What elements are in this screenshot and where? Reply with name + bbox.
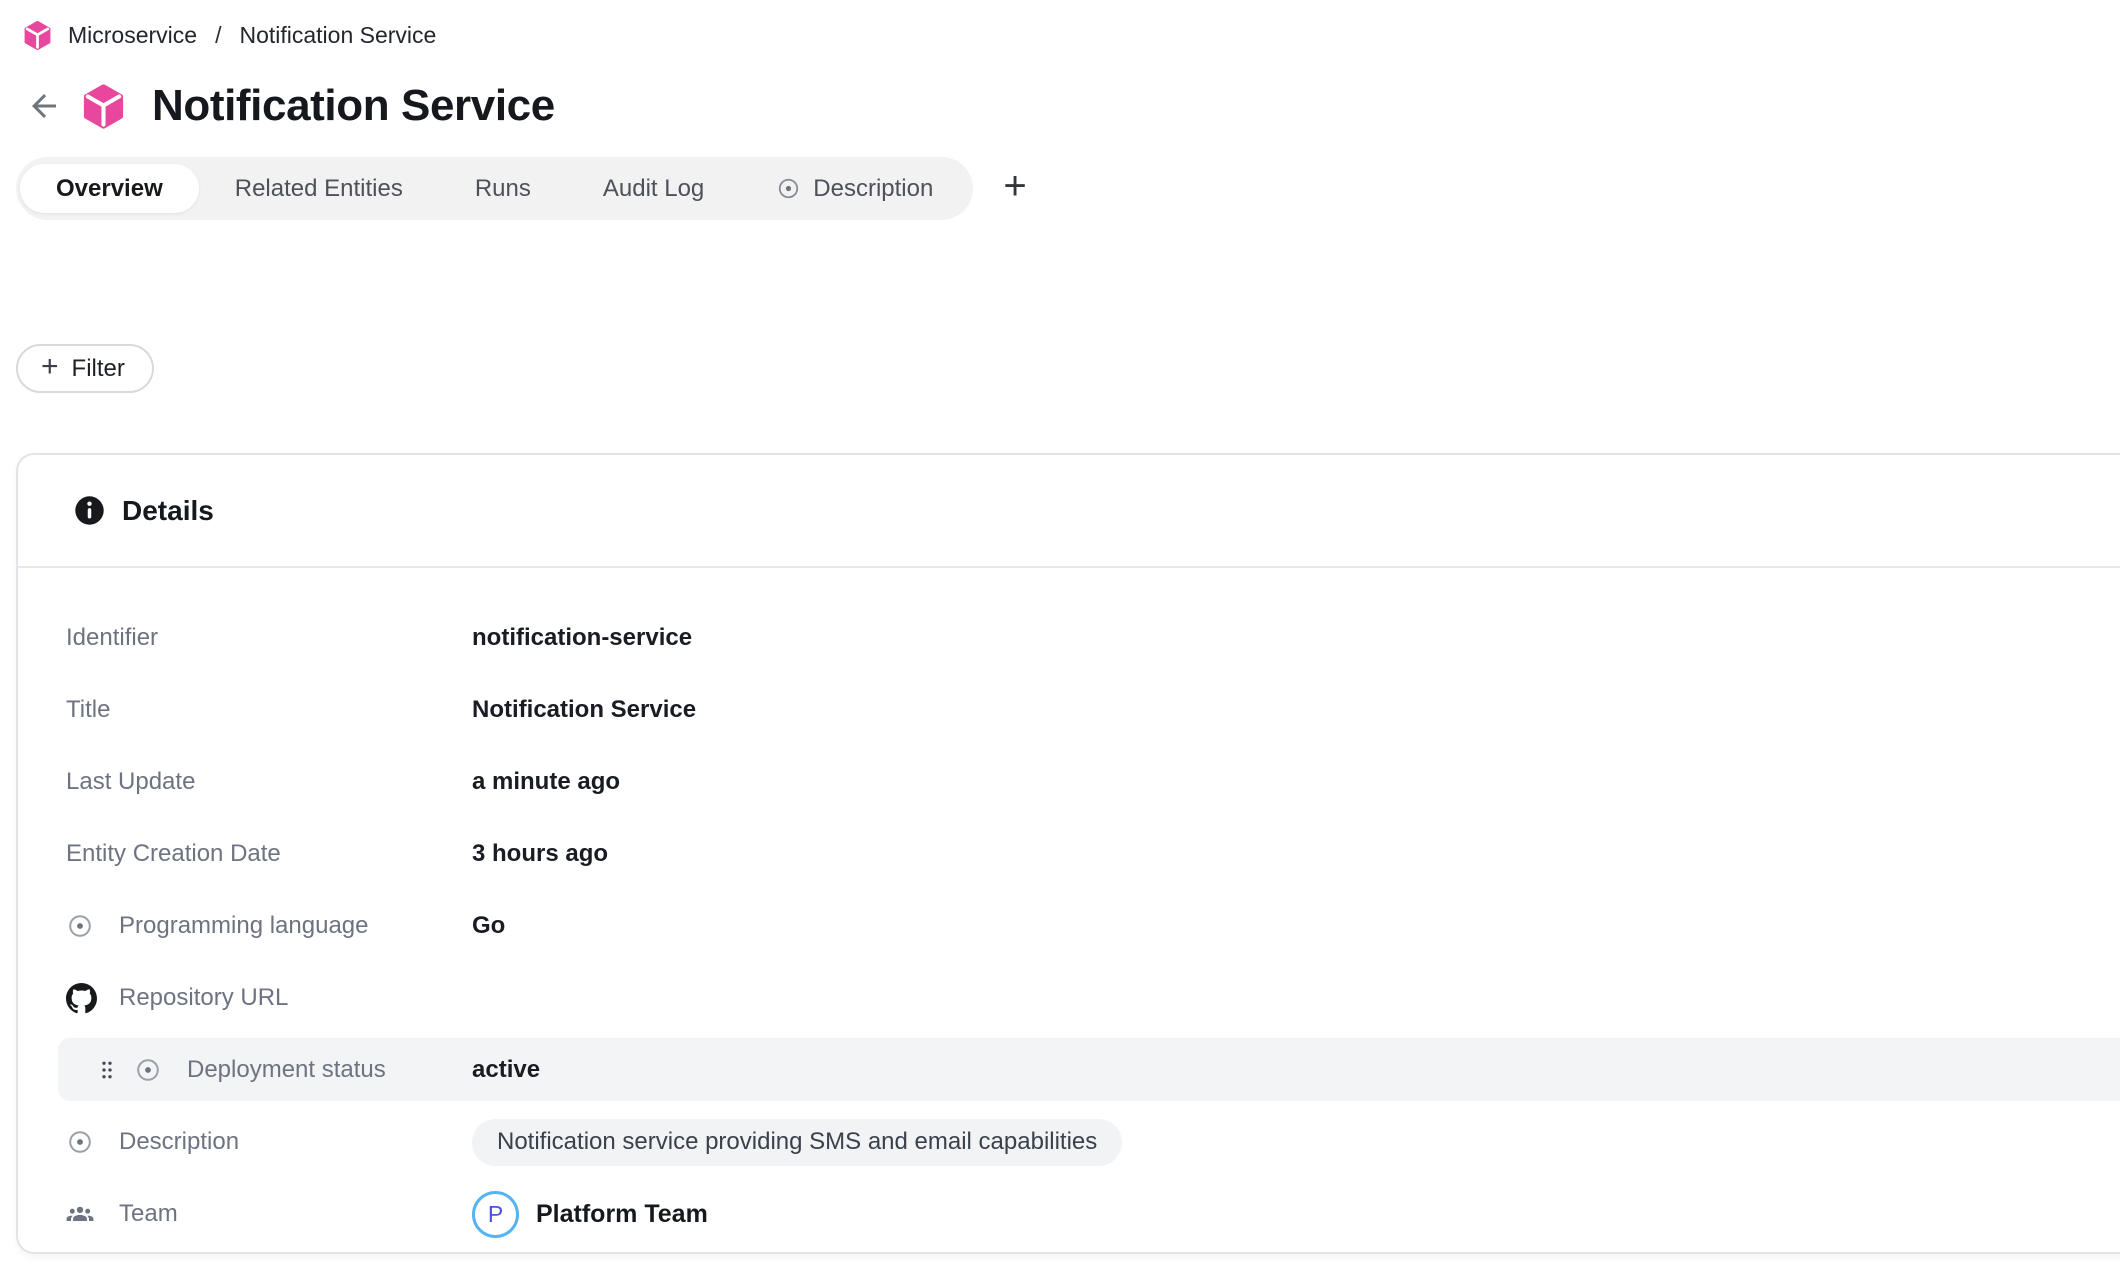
breadcrumb-entity: Notification Service	[239, 22, 436, 49]
plus-icon: +	[41, 367, 59, 371]
detail-value: Notification service providing SMS and e…	[472, 1119, 1122, 1166]
drag-handle-icon[interactable]	[98, 1055, 120, 1085]
tab-related-entities[interactable]: Related Entities	[199, 164, 439, 213]
breadcrumb: Microservice / Notification Service	[0, 0, 2120, 51]
property-dot-icon	[134, 1054, 172, 1086]
detail-label-text: Team	[119, 1200, 178, 1228]
tab-description-label: Description	[813, 175, 933, 203]
team-icon	[66, 1198, 104, 1230]
description-value-pill: Notification service providing SMS and e…	[472, 1119, 1122, 1166]
details-card-header: Details	[18, 455, 2120, 568]
entity-blueprint-cube-icon	[80, 83, 127, 130]
detail-row-entity-creation-date: Entity Creation Date 3 hours ago	[42, 818, 2120, 890]
property-dot-icon	[66, 1126, 104, 1158]
detail-value: a minute ago	[472, 768, 620, 796]
team-avatar[interactable]: P	[472, 1191, 519, 1238]
detail-label: Programming language	[66, 910, 368, 942]
tab-overview[interactable]: Overview	[20, 164, 199, 213]
tab-bar: Overview Related Entities Runs Audit Log…	[16, 157, 973, 220]
entity-header: Notification Service	[22, 81, 2120, 131]
details-card: Details Identifier notification-service …	[16, 453, 2120, 1254]
detail-label: Title	[66, 696, 110, 724]
detail-row-deployment-status[interactable]: Deployment status active	[58, 1038, 2120, 1101]
filter-button[interactable]: + Filter	[16, 344, 154, 393]
github-icon	[66, 982, 104, 1014]
detail-row-repository-url: Repository URL	[42, 962, 2120, 1034]
detail-value: notification-service	[472, 624, 692, 652]
detail-row-description: Description Notification service providi…	[42, 1106, 2120, 1178]
tab-runs[interactable]: Runs	[439, 164, 567, 213]
detail-row-programming-language: Programming language Go	[42, 890, 2120, 962]
detail-value: P Platform Team	[472, 1191, 708, 1238]
property-dot-icon	[66, 910, 104, 942]
details-rows: Identifier notification-service Title No…	[18, 568, 2120, 1250]
detail-value: active	[472, 1056, 540, 1084]
detail-value: Notification Service	[472, 696, 696, 724]
detail-label: Deployment status	[134, 1054, 386, 1086]
detail-label: Identifier	[66, 624, 158, 652]
details-card-title: Details	[122, 495, 214, 527]
tabs-wrap: Overview Related Entities Runs Audit Log…	[16, 157, 2120, 220]
back-arrow-icon	[26, 88, 62, 124]
tab-description[interactable]: Description	[740, 164, 969, 213]
detail-row-title: Title Notification Service	[42, 674, 2120, 746]
team-name: Platform Team	[536, 1200, 708, 1229]
back-button[interactable]	[22, 84, 66, 128]
detail-value: 3 hours ago	[472, 840, 608, 868]
detail-label: Last Update	[66, 768, 195, 796]
add-tab-button[interactable]: +	[995, 166, 1034, 212]
detail-label-text: Programming language	[119, 912, 368, 940]
breadcrumb-separator: /	[212, 22, 224, 49]
entity-page: Microservice / Notification Service Noti…	[0, 0, 2120, 1288]
microservice-blueprint-cube-icon	[22, 20, 53, 51]
detail-label: Team	[66, 1198, 178, 1230]
detail-label: Entity Creation Date	[66, 840, 281, 868]
detail-value: Go	[472, 912, 505, 940]
detail-row-team: Team P Platform Team	[42, 1178, 2120, 1250]
info-icon	[74, 495, 105, 526]
detail-label-text: Deployment status	[187, 1056, 386, 1084]
detail-label-text: Description	[119, 1128, 239, 1156]
detail-label: Description	[66, 1126, 239, 1158]
breadcrumb-blueprint[interactable]: Microservice	[68, 22, 197, 49]
detail-label: Repository URL	[66, 982, 288, 1014]
filter-button-label: Filter	[72, 355, 125, 383]
detail-label-text: Repository URL	[119, 984, 288, 1012]
detail-row-identifier: Identifier notification-service	[42, 602, 2120, 674]
detail-row-last-update: Last Update a minute ago	[42, 746, 2120, 818]
tab-audit-log[interactable]: Audit Log	[567, 164, 740, 213]
page-title: Notification Service	[152, 81, 555, 131]
property-dot-icon	[776, 176, 801, 201]
